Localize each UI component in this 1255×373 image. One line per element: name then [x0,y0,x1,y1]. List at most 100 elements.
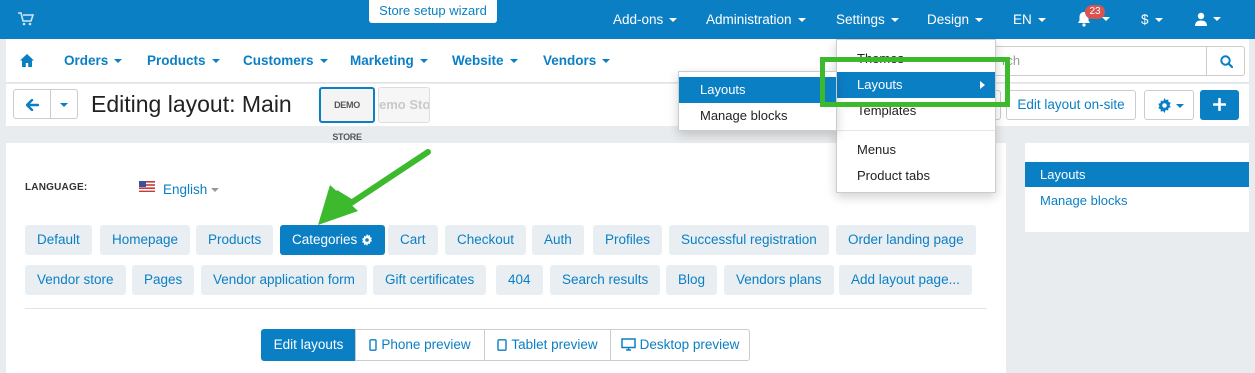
chevron-down-icon [419,59,428,64]
desktop-preview-label: Desktop preview [639,337,740,352]
search-button[interactable] [1206,46,1245,76]
sidebar: Layouts Manage blocks [1025,143,1249,232]
nav-settings[interactable]: Settings [836,0,899,39]
language-select[interactable]: English [163,182,220,197]
chevron-down-icon [1176,104,1184,108]
layout-tab-auth[interactable]: Auth [532,225,584,255]
store-logo-selected[interactable]: DEMO STORE [319,87,375,142]
nav-website[interactable]: Website [452,39,518,83]
layouts-submenu: Layouts Manage blocks [678,71,837,131]
layout-tab-vendor-store[interactable]: Vendor store [25,265,126,295]
layout-tab-gift-certificates[interactable]: Gift certificates [373,265,487,295]
gear-icon [1158,98,1171,113]
desktop-preview-button[interactable]: Desktop preview [610,329,750,361]
submenu-item-layouts[interactable]: Layouts [679,77,836,103]
back-button[interactable] [13,89,51,119]
chevron-down-icon [60,103,68,107]
language-switcher-label: EN [1013,12,1032,27]
nav-settings-label: Settings [836,12,885,27]
user-icon[interactable] [1194,12,1208,26]
layout-tab-vendor-application-form[interactable]: Vendor application form [201,265,367,295]
chevron-down-icon [1037,18,1046,23]
chevron-down-icon [1102,17,1110,21]
nav-customers-label: Customers [243,53,314,68]
sidebar-item-manage-blocks[interactable]: Manage blocks [1025,188,1249,213]
layout-tab-404[interactable]: 404 [496,265,543,295]
search-icon [1220,55,1233,68]
nav-orders[interactable]: Orders [64,39,123,83]
sidebar-item-layouts[interactable]: Layouts [1025,162,1249,187]
chevron-down-icon [114,59,123,64]
layout-tab-profiles[interactable]: Profiles [593,225,663,255]
tablet-preview-label: Tablet preview [511,337,598,352]
home-icon[interactable] [20,54,34,67]
us-flag-icon [139,181,155,192]
store-logo-text: emo Sto [379,97,430,112]
add-layout-page-button[interactable]: Add layout page... [839,265,972,295]
tablet-preview-button[interactable]: Tablet preview [484,329,611,361]
chevron-down-icon [975,18,984,23]
plus-icon [1213,98,1226,111]
layout-tab-successful-registration[interactable]: Successful registration [669,225,829,255]
divider [25,308,987,309]
nav-administration-label: Administration [706,12,792,27]
chevron-down-icon [669,18,678,23]
store-logo[interactable]: emo Sto [378,87,430,123]
layout-tab-homepage[interactable]: Homepage [100,225,191,255]
nav-customers[interactable]: Customers [243,39,328,83]
page-title: Editing layout: Main [91,91,292,117]
settings-dropdown-button[interactable] [1144,90,1194,120]
layout-tab-order-landing-page[interactable]: Order landing page [836,225,976,255]
layout-tab-categories-label: Categories [292,232,358,247]
store-logo-text: DEMO STORE [332,100,362,142]
menu-item-menus[interactable]: Menus [837,137,995,163]
phone-icon [369,339,378,351]
currency-label: $ [1141,12,1149,27]
nav-website-label: Website [452,53,504,68]
language-switcher[interactable]: EN [1013,0,1046,39]
edit-layouts-button[interactable]: Edit layouts [261,329,356,361]
gear-icon[interactable] [361,234,373,246]
language-label: LANGUAGE: [25,182,88,193]
search-input[interactable]: rch [991,46,1207,76]
layout-tab-vendors-plans[interactable]: Vendors plans [724,265,834,295]
language-value: English [163,182,208,197]
nav-addons[interactable]: Add-ons [613,0,678,39]
nav-addons-label: Add-ons [613,12,664,27]
chevron-down-icon [1154,18,1163,23]
chevron-down-icon [211,188,220,193]
edit-layout-onsite-button[interactable]: Edit layout on-site [1006,90,1136,120]
menu-item-product-tabs[interactable]: Product tabs [837,163,995,189]
cart-icon[interactable] [18,12,34,26]
layout-tab-pages[interactable]: Pages [132,265,195,295]
nav-marketing[interactable]: Marketing [350,39,428,83]
layout-tab-products[interactable]: Products [196,225,274,255]
nav-products[interactable]: Products [147,39,220,83]
chevron-down-icon [319,59,328,64]
tablet-icon [497,339,508,351]
phone-preview-button[interactable]: Phone preview [355,329,485,361]
store-setup-wizard-button[interactable]: Store setup wizard [369,0,497,23]
add-button[interactable] [1200,90,1239,120]
layout-tab-search-results[interactable]: Search results [550,265,661,295]
nav-design-label: Design [927,12,970,27]
nav-vendors-label: Vendors [543,53,597,68]
nav-administration[interactable]: Administration [706,0,806,39]
chevron-down-icon [1213,17,1221,21]
nav-design[interactable]: Design [927,0,984,39]
layout-tab-checkout[interactable]: Checkout [445,225,527,255]
nav-vendors[interactable]: Vendors [543,39,611,83]
highlight-box [820,57,1010,107]
currency-switcher[interactable]: $ [1141,0,1163,39]
nav-products-label: Products [147,53,206,68]
chevron-down-icon [509,59,518,64]
submenu-item-manage-blocks[interactable]: Manage blocks [679,103,836,129]
layout-tab-default[interactable]: Default [25,225,92,255]
back-dropdown-button[interactable] [50,89,78,119]
nav-orders-label: Orders [64,53,109,68]
desktop-icon [620,338,636,351]
menu-divider [837,130,995,131]
chevron-down-icon [890,18,899,23]
title-bar: Editing layout: Main DEMO STORE emo Sto … [6,84,1249,142]
layout-tab-blog[interactable]: Blog [666,265,718,295]
